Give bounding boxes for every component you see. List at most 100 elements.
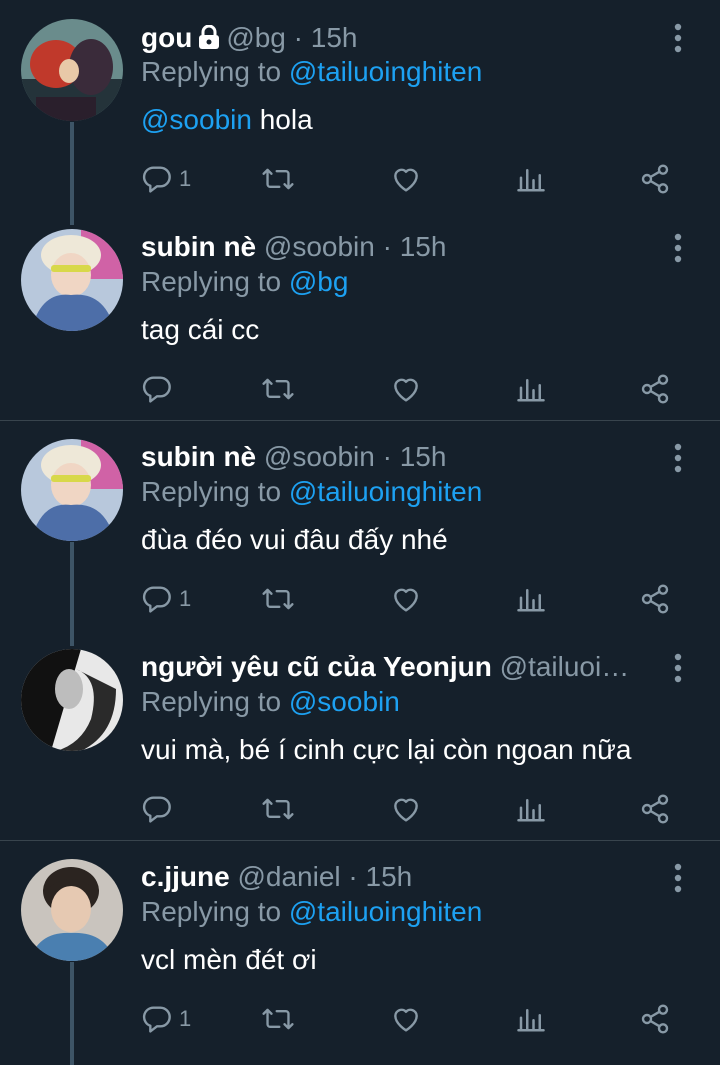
reply-button[interactable]: 1 bbox=[141, 161, 191, 197]
tweet-text: @soobin hola bbox=[141, 103, 313, 137]
analytics-button[interactable] bbox=[516, 371, 546, 407]
timestamp[interactable]: 15h bbox=[400, 231, 447, 262]
handle[interactable]: @bg bbox=[226, 22, 286, 53]
tweet-text: vcl mèn đét ơi bbox=[141, 944, 317, 975]
tweet-header: subin nè @soobin · 15h bbox=[141, 230, 661, 264]
tweet[interactable]: subin nè @soobin · 15h Replying to @bg t… bbox=[0, 210, 720, 420]
retweet-button[interactable] bbox=[261, 791, 295, 827]
like-button[interactable] bbox=[390, 161, 422, 197]
more-vertical-icon[interactable] bbox=[670, 442, 686, 474]
like-button[interactable] bbox=[390, 791, 422, 827]
mention-link[interactable]: @soobin bbox=[289, 686, 400, 717]
avatar[interactable] bbox=[21, 19, 123, 121]
replying-to: Replying to @tailuoinghiten bbox=[141, 475, 482, 509]
share-icon bbox=[641, 164, 669, 194]
replying-to: Replying to @tailuoinghiten bbox=[141, 895, 482, 929]
share-button[interactable] bbox=[639, 1001, 671, 1037]
retweet-icon bbox=[262, 168, 294, 190]
tweet-header: subin nè @soobin · 15h bbox=[141, 440, 661, 474]
reply-count: 1 bbox=[179, 1006, 192, 1031]
reply-button[interactable] bbox=[141, 791, 179, 827]
share-button[interactable] bbox=[639, 791, 671, 827]
like-button[interactable] bbox=[390, 1001, 422, 1037]
retweet-icon bbox=[262, 1008, 294, 1030]
replying-to-label: Replying to bbox=[141, 56, 282, 87]
mention-link[interactable]: @bg bbox=[289, 266, 349, 297]
reply-icon bbox=[142, 586, 171, 613]
tweet-header: người yêu cũ của Yeonjun @tailuoi… bbox=[141, 650, 661, 684]
timestamp[interactable]: 15h bbox=[311, 22, 358, 53]
avatar[interactable] bbox=[21, 439, 123, 541]
analytics-button[interactable] bbox=[516, 1001, 546, 1037]
tweet-text: đùa đéo vui đâu đấy nhé bbox=[141, 524, 448, 555]
reply-count: 1 bbox=[179, 586, 192, 611]
handle[interactable]: @tailuoi… bbox=[500, 651, 630, 682]
analytics-button[interactable] bbox=[516, 581, 546, 617]
more-vertical-icon[interactable] bbox=[670, 22, 686, 54]
reply-button[interactable]: 1 bbox=[141, 1001, 191, 1037]
separator-dot: · bbox=[293, 22, 303, 53]
tweet[interactable]: gou @bg · 15h Replying to @tailuoinghiten… bbox=[0, 0, 720, 210]
retweet-icon bbox=[262, 588, 294, 610]
timestamp[interactable]: 15h bbox=[400, 441, 447, 472]
reply-button[interactable] bbox=[141, 371, 179, 407]
tweet[interactable]: subin nè @soobin · 15h Replying to @tail… bbox=[0, 420, 720, 630]
handle[interactable]: @soobin bbox=[264, 231, 375, 262]
share-button[interactable] bbox=[639, 161, 671, 197]
replying-to: Replying to @soobin bbox=[141, 685, 400, 719]
avatar[interactable] bbox=[21, 649, 123, 751]
analytics-icon bbox=[517, 589, 545, 612]
retweet-icon bbox=[262, 798, 294, 820]
like-button[interactable] bbox=[390, 581, 422, 617]
lock-icon bbox=[198, 23, 220, 55]
display-name[interactable]: subin nè bbox=[141, 231, 256, 262]
display-name[interactable]: người yêu cũ của Yeonjun bbox=[141, 651, 492, 682]
handle[interactable]: @soobin bbox=[264, 441, 375, 472]
display-name[interactable]: c.jjune bbox=[141, 861, 230, 892]
like-icon bbox=[394, 1008, 418, 1032]
more-vertical-icon[interactable] bbox=[670, 862, 686, 894]
retweet-button[interactable] bbox=[261, 1001, 295, 1037]
share-icon bbox=[641, 374, 669, 404]
like-icon bbox=[394, 168, 418, 192]
display-name[interactable]: subin nè bbox=[141, 441, 256, 472]
reply-button[interactable]: 1 bbox=[141, 581, 191, 617]
handle[interactable]: @daniel bbox=[237, 861, 340, 892]
action-bar bbox=[141, 791, 701, 827]
more-vertical-icon[interactable] bbox=[670, 232, 686, 264]
action-bar: 1 bbox=[141, 581, 701, 617]
share-button[interactable] bbox=[639, 581, 671, 617]
analytics-button[interactable] bbox=[516, 791, 546, 827]
tweet-header: c.jjune @daniel · 15h bbox=[141, 860, 661, 894]
timestamp[interactable]: 15h bbox=[366, 861, 413, 892]
avatar[interactable] bbox=[21, 229, 123, 331]
retweet-button[interactable] bbox=[261, 161, 295, 197]
reply-icon bbox=[142, 166, 171, 193]
reply-count: 1 bbox=[179, 166, 192, 191]
replying-to-label: Replying to bbox=[141, 686, 282, 717]
tweet-text: tag cái cc bbox=[141, 314, 260, 345]
more-vertical-icon[interactable] bbox=[670, 652, 686, 684]
mention-link[interactable]: @tailuoinghiten bbox=[289, 476, 482, 507]
mention-link[interactable]: @tailuoinghiten bbox=[289, 896, 482, 927]
like-icon bbox=[394, 378, 418, 402]
reply-icon bbox=[142, 1006, 171, 1033]
retweet-button[interactable] bbox=[261, 371, 295, 407]
tweet-header: gou @bg · 15h bbox=[141, 21, 661, 55]
retweet-button[interactable] bbox=[261, 581, 295, 617]
mention-link[interactable]: @tailuoinghiten bbox=[289, 56, 482, 87]
share-button[interactable] bbox=[639, 371, 671, 407]
reply-icon bbox=[142, 376, 171, 403]
avatar[interactable] bbox=[21, 859, 123, 961]
like-icon bbox=[394, 798, 418, 822]
replying-to-label: Replying to bbox=[141, 896, 282, 927]
display-name[interactable]: gou bbox=[141, 22, 192, 53]
separator-dot: · bbox=[348, 861, 358, 892]
tweet-text: vui mà, bé í cinh cực lại còn ngoan nữa bbox=[141, 734, 632, 765]
mention-link[interactable]: @soobin bbox=[141, 104, 252, 135]
replying-to-label: Replying to bbox=[141, 476, 282, 507]
analytics-button[interactable] bbox=[516, 161, 546, 197]
tweet[interactable]: c.jjune @daniel · 15h Replying to @tailu… bbox=[0, 840, 720, 1050]
tweet[interactable]: người yêu cũ của Yeonjun @tailuoi… Reply… bbox=[0, 630, 720, 840]
like-button[interactable] bbox=[390, 371, 422, 407]
